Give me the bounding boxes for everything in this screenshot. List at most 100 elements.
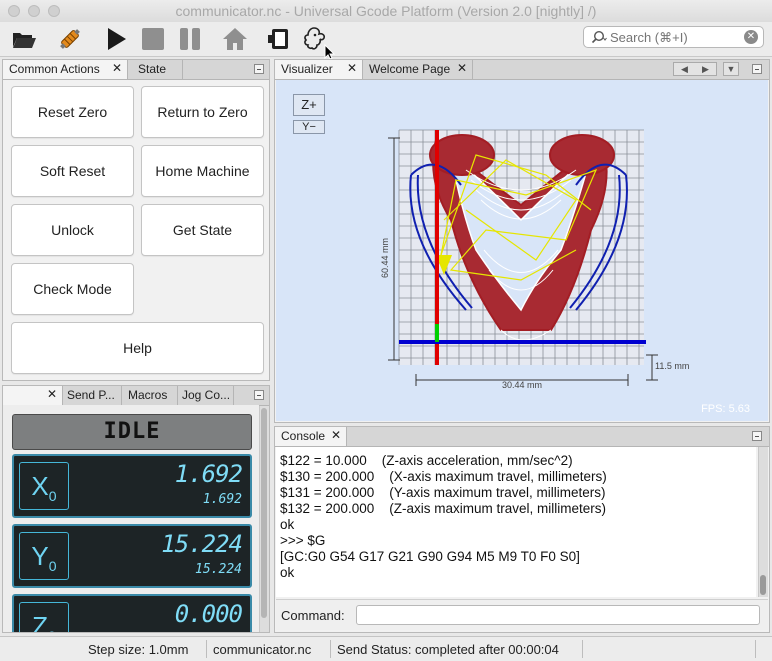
z-axis-label[interactable]: Z0 <box>19 602 69 633</box>
tab-list-dropdown-icon[interactable]: ▼ <box>723 62 739 76</box>
minimize-panel-button[interactable] <box>254 390 264 400</box>
tab-state[interactable]: State <box>128 60 183 79</box>
command-label: Command: <box>281 608 345 623</box>
search-icon <box>591 30 607 44</box>
console-panel: Console ✕ $122 = 10.000 (Z-axis accelera… <box>274 426 770 633</box>
window-title: communicator.nc - Universal Gcode Platfo… <box>175 3 597 19</box>
title-bar: communicator.nc - Universal Gcode Platfo… <box>0 0 772 23</box>
z-work-position[interactable]: 0.000 <box>175 600 243 628</box>
visualizer-canvas[interactable]: Z+ Y− 60.44 mm 30.44 mm 11.5 mm FPS: 5.6… <box>276 80 768 421</box>
height-dimension-label: 60.44 mm <box>380 238 390 278</box>
get-state-button[interactable]: Get State <box>141 204 264 256</box>
search-box[interactable]: ✕ <box>583 26 764 48</box>
command-row: Command: <box>276 599 768 630</box>
width-dimension-label: 30.44 mm <box>502 380 542 390</box>
axis-letter: X <box>31 471 49 501</box>
x-axis-label[interactable]: X0 <box>19 462 69 510</box>
minimize-panel-button[interactable] <box>752 64 762 74</box>
tab-label: State <box>138 62 167 76</box>
tab-label: Send P... <box>67 388 115 402</box>
help-button[interactable]: Help <box>11 322 264 374</box>
visualizer-panel: Visualizer ✕ Welcome Page ✕ ◀▶ ▼ Z+ Y− <box>274 59 770 423</box>
scrollbar-thumb[interactable] <box>760 575 766 595</box>
stop-icon[interactable] <box>139 25 167 53</box>
tab-label: Visualizer <box>281 62 333 76</box>
tab-label: Console <box>281 429 326 443</box>
dro-scrollbar[interactable] <box>259 406 269 632</box>
tab-welcome-page[interactable]: Welcome Page ✕ <box>363 60 473 79</box>
mouse-cursor-icon <box>324 44 336 60</box>
return-to-zero-button[interactable]: Return to Zero <box>141 86 264 138</box>
machine-state-display: IDLE <box>12 414 252 450</box>
close-tab-icon[interactable]: ✕ <box>112 61 122 75</box>
tab-send-progress[interactable]: Send P... <box>63 386 122 405</box>
z-dimension-label: 11.5 mm <box>655 361 689 371</box>
soft-reset-button[interactable]: Soft Reset <box>11 145 134 197</box>
tab-dro[interactable]: ✕ <box>3 386 63 405</box>
scrollbar-thumb[interactable] <box>261 408 267 618</box>
tab-visualizer[interactable]: Visualizer ✕ <box>275 60 363 79</box>
close-tab-icon[interactable]: ✕ <box>331 428 341 442</box>
toolpath-view: 60.44 mm 30.44 mm 11.5 mm <box>380 129 689 390</box>
axis-letter: Z <box>32 611 49 633</box>
axis-subscript: 0 <box>48 488 57 505</box>
open-folder-icon[interactable] <box>10 25 38 53</box>
connect-plug-icon[interactable] <box>56 25 84 53</box>
minimize-panel-button[interactable] <box>752 431 762 441</box>
axis-letter: Y <box>31 541 49 571</box>
home-icon[interactable] <box>221 25 249 53</box>
toolbar: ✕ <box>0 22 772 60</box>
tab-label: Jog Co... <box>182 388 231 402</box>
z-axis-readout: Z0 0.000 <box>12 594 252 633</box>
axis-subscript: 0 <box>48 628 56 632</box>
status-divider <box>330 640 331 658</box>
reset-zero-button[interactable]: Reset Zero <box>11 86 134 138</box>
tab-console[interactable]: Console ✕ <box>275 427 347 446</box>
play-icon[interactable] <box>102 25 130 53</box>
common-actions-panel: Common Actions ✕ State Reset Zero Return… <box>2 59 270 381</box>
close-tab-icon[interactable]: ✕ <box>457 61 467 75</box>
dro-tabbar: ✕ Send P... Macros Jog Co... <box>3 386 269 406</box>
command-input[interactable] <box>356 605 760 625</box>
console-line: ok <box>280 565 295 580</box>
file-name-status: communicator.nc <box>213 642 312 657</box>
tab-jog-controller[interactable]: Jog Co... <box>178 386 234 405</box>
x-work-position[interactable]: 1.692 <box>175 460 243 488</box>
visualizer-tabbar: Visualizer ✕ Welcome Page ✕ ◀ ▶ ▼ <box>275 60 769 80</box>
console-output[interactable]: $122 = 10.000 (Z-axis acceleration, mm/s… <box>276 447 756 597</box>
console-line: $130 = 200.000 (X-axis maximum travel, m… <box>280 469 607 484</box>
y-machine-position: 15.224 <box>195 562 242 577</box>
x-axis-readout: X0 1.692 1.692 <box>12 454 252 518</box>
tab-scroll-buttons[interactable]: ◀ ▶ <box>673 62 717 76</box>
console-line: [GC:G0 G54 G17 G21 G90 G94 M5 M9 T0 F0 S… <box>280 549 580 564</box>
console-line: ok <box>280 517 295 532</box>
console-line: $131 = 200.000 (Y-axis maximum travel, m… <box>280 485 606 500</box>
minimize-panel-button[interactable] <box>254 64 264 74</box>
home-machine-button[interactable]: Home Machine <box>141 145 264 197</box>
close-tab-icon[interactable]: ✕ <box>347 61 357 75</box>
check-mode-button[interactable]: Check Mode <box>11 263 134 315</box>
scroll-left-icon[interactable]: ◀ <box>681 64 688 75</box>
unlock-button[interactable]: Unlock <box>11 204 134 256</box>
clear-search-icon[interactable]: ✕ <box>744 30 758 44</box>
status-bar: Step size: 1.0mm communicator.nc Send St… <box>0 636 772 661</box>
status-divider <box>755 640 756 658</box>
close-tab-icon[interactable]: ✕ <box>47 387 57 401</box>
console-scrollbar[interactable] <box>758 447 768 597</box>
console-line: $132 = 200.000 (Z-axis maximum travel, m… <box>280 501 606 516</box>
console-line: >>> $G <box>280 533 326 548</box>
console-line: $122 = 10.000 (Z-axis acceleration, mm/s… <box>280 453 573 468</box>
y-axis-label[interactable]: Y0 <box>19 532 69 580</box>
y-work-position[interactable]: 15.224 <box>161 530 243 558</box>
search-input[interactable] <box>610 29 730 45</box>
console-tabbar: Console ✕ <box>275 427 769 447</box>
camera-icon[interactable] <box>266 25 294 53</box>
tab-macros[interactable]: Macros <box>122 386 178 405</box>
y-axis-readout: Y0 15.224 15.224 <box>12 524 252 588</box>
status-divider <box>206 640 207 658</box>
tab-label: Macros <box>128 388 168 402</box>
scroll-right-icon[interactable]: ▶ <box>702 64 709 75</box>
pause-icon[interactable] <box>176 25 204 53</box>
dro-panel: ✕ Send P... Macros Jog Co... IDLE X0 1.6… <box>2 385 270 633</box>
tab-common-actions[interactable]: Common Actions ✕ <box>3 60 128 79</box>
